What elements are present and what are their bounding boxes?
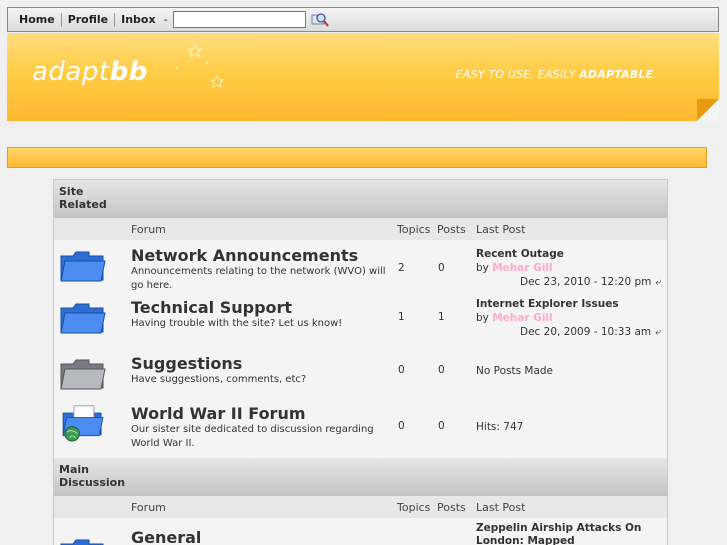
stars-decoration-icon — [175, 42, 225, 88]
forum-board: Site Related Forum Topics Posts Last Pos… — [53, 179, 668, 545]
topics-count: 0 — [398, 364, 405, 376]
topics-count: 0 — [398, 420, 405, 432]
forum-title-link[interactable]: General — [131, 528, 397, 545]
last-post-author: by Mehar Gill — [476, 312, 553, 324]
forum-row: Technical Support Having trouble with th… — [54, 294, 667, 350]
forum-description: Have suggestions, comments, etc? — [131, 374, 307, 385]
last-post-title-link[interactable]: Recent Outage — [476, 248, 667, 261]
col-topics: Topics — [397, 500, 431, 514]
col-forum: Forum — [131, 500, 166, 514]
site-logo[interactable]: adaptbb — [32, 57, 148, 87]
folder-globe-icon — [62, 405, 104, 442]
search-icon[interactable] — [311, 12, 329, 28]
forum-hits: Hits: 747 — [476, 421, 524, 433]
posts-count: 0 — [438, 420, 445, 432]
posts-count: 1 — [438, 311, 445, 323]
table-header: Forum Topics Posts Last Post — [54, 218, 667, 240]
category-header: Main Discussion — [54, 458, 667, 496]
forum-row: General Zeppelin Airship Attacks On Lond… — [54, 518, 667, 545]
nav-profile-link[interactable]: Profile — [62, 13, 114, 26]
forum-title-link[interactable]: Network Announcements — [131, 246, 397, 265]
last-post: Hits: 747 — [476, 404, 667, 433]
goto-post-icon[interactable]: ⤶ — [655, 277, 661, 288]
forum-description: Our sister site dedicated to discussion … — [131, 424, 374, 449]
last-post: Zeppelin Airship Attacks On London: Mapp… — [476, 522, 667, 545]
category-header: Site Related — [54, 180, 667, 218]
col-posts: Posts — [437, 500, 466, 514]
forum-row: Suggestions Have suggestions, comments, … — [54, 350, 667, 402]
goto-post-icon[interactable]: ⤶ — [655, 327, 661, 338]
posts-count: 0 — [438, 364, 445, 376]
nav-home-link[interactable]: Home — [19, 13, 61, 26]
forum-title-link[interactable]: World War II Forum — [131, 404, 397, 423]
topics-count: 1 — [398, 311, 405, 323]
col-last-post: Last Post — [476, 500, 526, 514]
folder-gray-icon — [60, 359, 106, 390]
col-last-post: Last Post — [476, 222, 526, 236]
forum-description: Having trouble with the site? Let us kno… — [131, 318, 343, 329]
forum-row: Network Announcements Announcements rela… — [54, 240, 667, 294]
nav-inbox-link[interactable]: Inbox — [115, 13, 161, 26]
user-link[interactable]: Mehar Gill — [492, 262, 552, 274]
orange-divider-bar — [7, 147, 707, 168]
posts-count: 0 — [438, 262, 445, 274]
last-post: Internet Explorer Issues by Mehar Gill D… — [476, 298, 667, 340]
last-post-title-link[interactable]: Zeppelin Airship Attacks On London: Mapp… — [476, 522, 667, 545]
last-post: No Posts Made — [476, 354, 667, 377]
nav-dash: - — [163, 13, 168, 26]
col-forum: Forum — [131, 222, 166, 236]
col-topics: Topics — [397, 222, 431, 236]
forum-row: World War II Forum Our sister site dedic… — [54, 402, 667, 458]
table-header: Forum Topics Posts Last Post — [54, 496, 667, 518]
site-banner: adaptbb EASY TO USE, EASILY ADAPTABLE. — [7, 33, 719, 121]
search-input[interactable] — [172, 11, 306, 28]
forum-description: Announcements relating to the network (W… — [131, 266, 386, 291]
last-post-author: by Mehar Gill — [476, 262, 553, 274]
folder-blue-icon — [60, 539, 104, 545]
user-link[interactable]: Mehar Gill — [492, 312, 552, 324]
col-posts: Posts — [437, 222, 466, 236]
forum-title-link[interactable]: Suggestions — [131, 354, 397, 373]
last-post-empty: No Posts Made — [476, 365, 554, 377]
top-nav-bar: Home Profile Inbox - — [7, 7, 719, 32]
folder-blue-icon — [60, 303, 106, 334]
forum-title-link[interactable]: Technical Support — [131, 298, 397, 317]
last-post-date: Dec 23, 2010 - 12:20 pm ⤶ — [520, 276, 661, 288]
folder-blue-icon — [60, 251, 106, 282]
site-tagline: EASY TO USE, EASILY ADAPTABLE. — [455, 68, 657, 81]
topics-count: 2 — [398, 262, 405, 274]
last-post: Recent Outage by Mehar Gill Dec 23, 2010… — [476, 246, 667, 290]
last-post-date: Dec 20, 2009 - 10:33 am ⤶ — [520, 326, 661, 338]
last-post-title-link[interactable]: Internet Explorer Issues — [476, 298, 667, 311]
page-curl — [697, 99, 719, 121]
